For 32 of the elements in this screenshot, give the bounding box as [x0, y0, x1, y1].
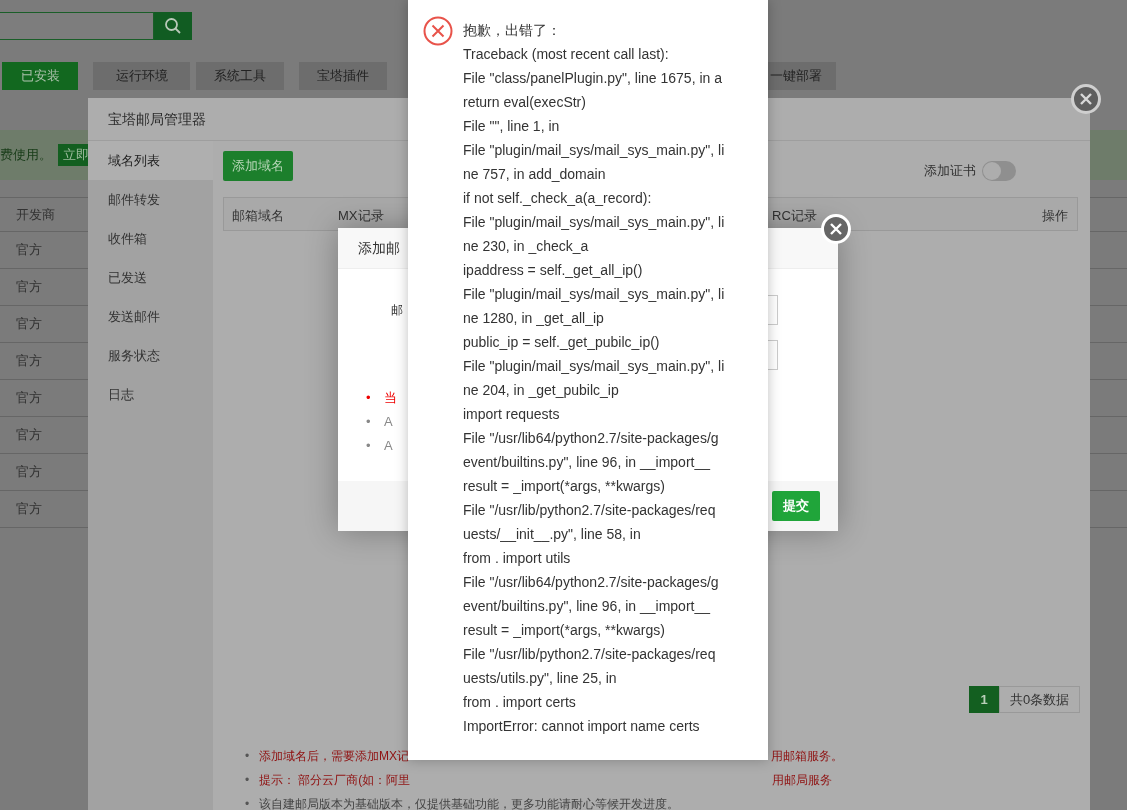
table-cell: 官方 [16, 315, 42, 333]
column-header: 开发商 [16, 205, 55, 224]
tip-text: A [384, 413, 393, 431]
field-label: 邮 [390, 301, 403, 319]
table-cell: 官方 [16, 463, 42, 481]
tip-text: 当 [384, 389, 397, 407]
dialog-title: 添加邮 [358, 240, 400, 256]
note-text: 添加域名后，需要添加MX记 [259, 748, 409, 765]
table-cell: 官方 [16, 352, 42, 370]
note-text: 用邮局服务 [772, 772, 833, 789]
tip-text: A [384, 437, 393, 455]
bullet: • [245, 796, 251, 810]
bullet: • [366, 389, 372, 407]
bullet: • [366, 437, 372, 455]
column-header: RC记录 [772, 207, 817, 225]
table-cell: 官方 [16, 241, 42, 259]
table-cell: 官方 [16, 426, 42, 444]
column-header: MX记录 [338, 207, 384, 225]
banner-text: 费使用。 [0, 146, 52, 164]
table-cell: 官方 [16, 389, 42, 407]
total-count: 共0条数据 [999, 686, 1081, 713]
column-header: 邮箱域名 [232, 207, 284, 225]
bullet: • [366, 413, 372, 431]
bullet: • [245, 748, 251, 765]
table-cell: 官方 [16, 500, 42, 518]
table-cell: 官方 [16, 278, 42, 296]
note-text: 该自建邮局版本为基础版本，仅提供基础功能，更多功能请耐心等候开发进度。 [259, 796, 679, 810]
column-header: 操作 [1042, 207, 1068, 225]
note-text: 提示： 部分云厂商(如：阿里 [259, 772, 411, 789]
bullet: • [245, 772, 251, 789]
toggle-label: 添加证书 [924, 162, 976, 180]
note-text: 用邮箱服务。 [771, 748, 843, 765]
